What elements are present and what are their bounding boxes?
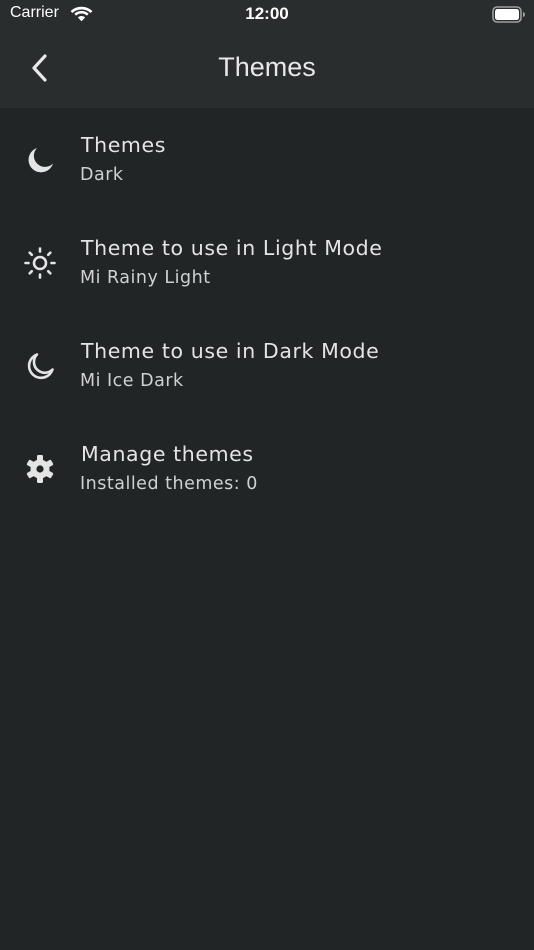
setting-title: Theme to use in Dark Mode xyxy=(81,339,380,363)
settings-list: Themes Dark Theme to use in Light Mode M… xyxy=(0,108,534,520)
setting-title: Themes xyxy=(81,133,166,157)
gear-icon xyxy=(22,451,58,487)
setting-themes[interactable]: Themes Dark xyxy=(0,108,534,211)
app-bar: Carrier 12:00 Themes xyxy=(0,0,534,108)
setting-title: Manage themes xyxy=(81,442,254,466)
setting-title: Theme to use in Light Mode xyxy=(81,236,383,260)
setting-dark-mode-theme[interactable]: Theme to use in Dark Mode Mi Ice Dark xyxy=(0,314,534,417)
moon-outline-icon xyxy=(22,348,58,384)
sun-icon xyxy=(22,245,58,281)
status-time: 12:00 xyxy=(245,4,289,23)
setting-value: Installed themes: 0 xyxy=(80,474,258,494)
setting-value: Mi Rainy Light xyxy=(80,268,211,288)
moon-filled-icon xyxy=(22,142,58,178)
setting-manage-themes[interactable]: Manage themes Installed themes: 0 xyxy=(0,417,534,520)
status-bar: Carrier 12:00 xyxy=(0,0,534,30)
setting-light-mode-theme[interactable]: Theme to use in Light Mode Mi Rainy Ligh… xyxy=(0,211,534,314)
setting-value: Dark xyxy=(80,165,124,185)
battery-full-icon xyxy=(492,6,526,23)
setting-value: Mi Ice Dark xyxy=(80,371,184,391)
page-title: Themes xyxy=(218,52,316,82)
